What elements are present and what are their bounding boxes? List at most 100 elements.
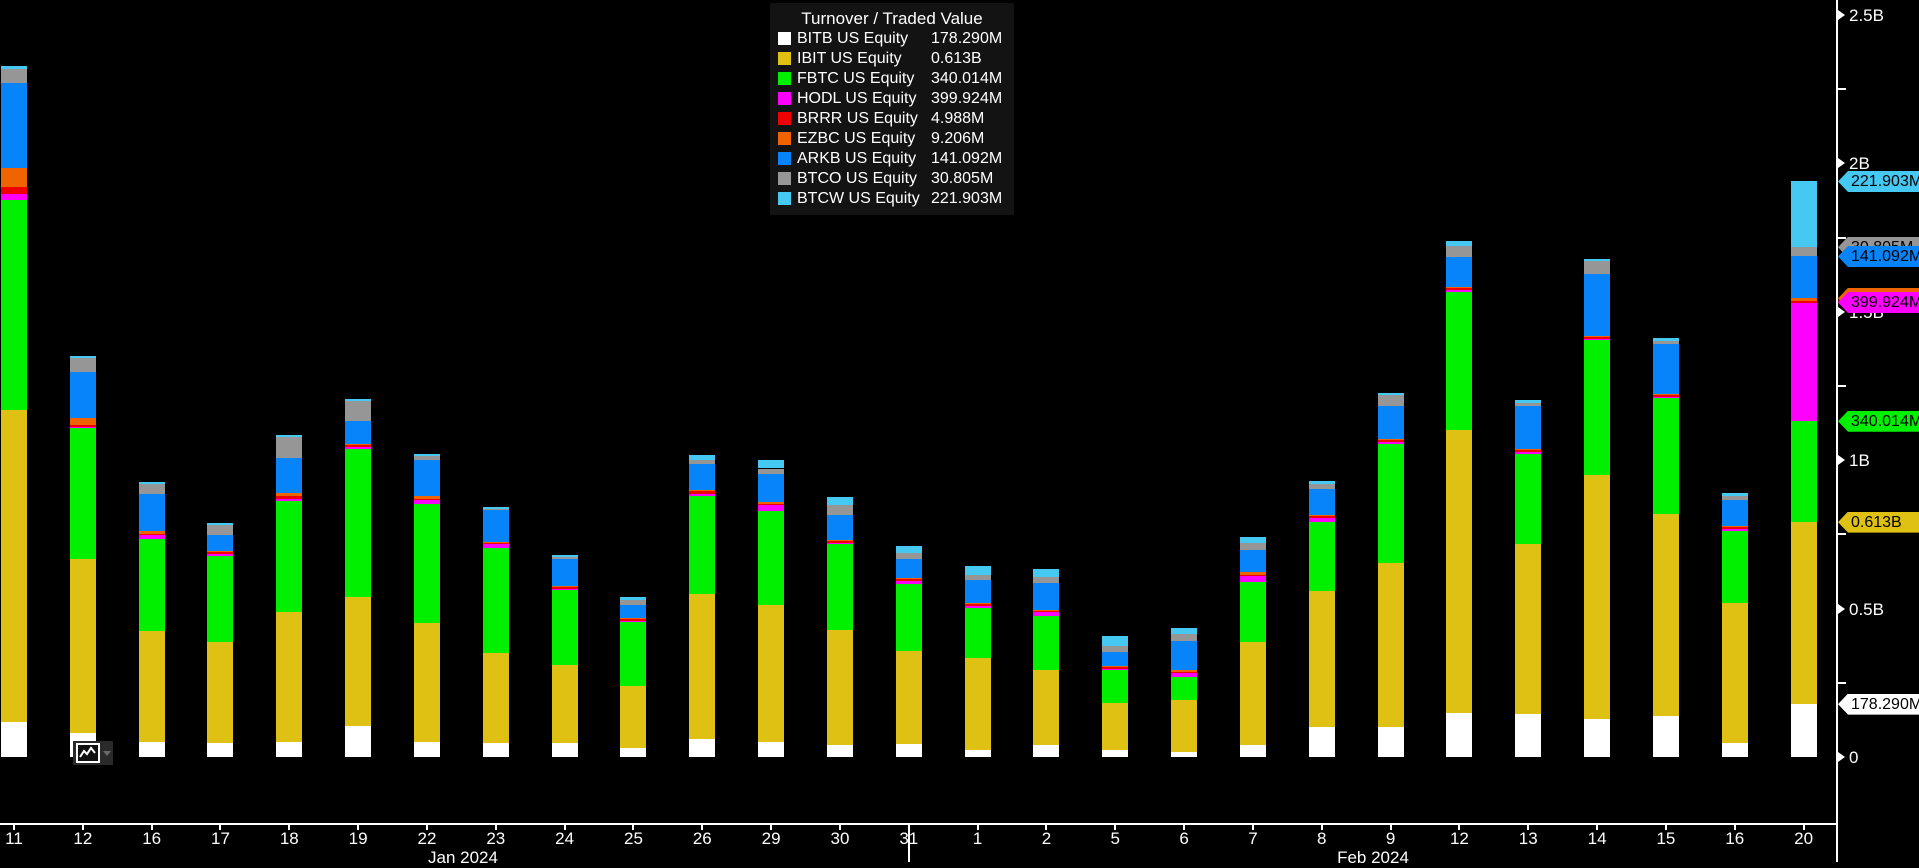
bar-segment-IBIT[interactable] — [965, 658, 991, 750]
bar-segment-BTCW[interactable] — [345, 399, 371, 401]
bar-segment-FBTC[interactable] — [1515, 454, 1541, 544]
bar-segment-FBTC[interactable] — [1378, 444, 1404, 563]
bar-segment-BTCW[interactable] — [1378, 393, 1404, 396]
bar-segment-IBIT[interactable] — [1446, 430, 1472, 713]
bar-segment-FBTC[interactable] — [1584, 340, 1610, 475]
bar-segment-EZBC[interactable] — [1102, 666, 1128, 667]
bar-segment-EZBC[interactable] — [620, 618, 646, 619]
bar-segment-ARKB[interactable] — [1584, 274, 1610, 336]
bar-segment-BITB[interactable] — [965, 750, 991, 757]
bar-segment-BITB[interactable] — [1378, 727, 1404, 757]
bar-segment-ARKB[interactable] — [1102, 652, 1128, 665]
bar-segment-ARKB[interactable] — [70, 372, 96, 418]
bar-segment-FBTC[interactable] — [1033, 616, 1059, 670]
bar-segment-BRRR[interactable] — [827, 541, 853, 543]
bar-segment-BTCW[interactable] — [689, 455, 715, 461]
bar-segment-BITB[interactable] — [483, 743, 509, 757]
bar-segment-ARKB[interactable] — [1378, 406, 1404, 439]
bar-segment-BRRR[interactable] — [1722, 527, 1748, 529]
bar-segment-EZBC[interactable] — [1515, 449, 1541, 450]
bar-segment-ARKB[interactable] — [689, 464, 715, 490]
bar-segment-HODL[interactable] — [552, 589, 578, 590]
bar-segment-IBIT[interactable] — [414, 623, 440, 741]
bar-segment-BTCW[interactable] — [827, 497, 853, 505]
bar-segment-BRRR[interactable] — [965, 604, 991, 606]
bar-segment-FBTC[interactable] — [552, 590, 578, 665]
bar-segment-HODL[interactable] — [1515, 452, 1541, 454]
bar-segment-BITB[interactable] — [1033, 745, 1059, 757]
bar-segment-BRRR[interactable] — [1584, 337, 1610, 339]
bar-segment-BTCO[interactable] — [965, 575, 991, 580]
bar-segment-BITB[interactable] — [1102, 750, 1128, 757]
bar-segment-ARKB[interactable] — [1515, 406, 1541, 449]
bar-segment-BITB[interactable] — [345, 726, 371, 757]
bar-segment-BTCO[interactable] — [207, 525, 233, 535]
bar-segment-BITB[interactable] — [1722, 743, 1748, 757]
bar-segment-EZBC[interactable] — [276, 493, 302, 496]
bar-segment-BRRR[interactable] — [1446, 287, 1472, 289]
bar-segment-BTCW[interactable] — [1515, 400, 1541, 403]
bar-segment-BRRR[interactable] — [139, 534, 165, 535]
bar-segment-BRRR[interactable] — [1171, 672, 1197, 673]
bar-segment-ARKB[interactable] — [207, 535, 233, 552]
bar-segment-BITB[interactable] — [1653, 716, 1679, 757]
bar-segment-BRRR[interactable] — [1309, 516, 1335, 518]
bar-segment-BTCW[interactable] — [896, 546, 922, 553]
bar-segment-HODL[interactable] — [1378, 442, 1404, 444]
bar-segment-BITB[interactable] — [758, 742, 784, 757]
bar-segment-BRRR[interactable] — [1033, 611, 1059, 612]
bar-segment-BTCW[interactable] — [965, 566, 991, 575]
bar-segment-ARKB[interactable] — [1033, 583, 1059, 610]
bar-segment-BRRR[interactable] — [414, 499, 440, 500]
bar-segment-BTCW[interactable] — [1102, 636, 1128, 646]
bar-segment-BITB[interactable] — [827, 745, 853, 757]
bar-segment-BTCO[interactable] — [1791, 247, 1817, 256]
bar-segment-BTCO[interactable] — [1584, 261, 1610, 274]
legend-row-EZBC[interactable]: EZBC US Equity9.206M — [770, 129, 1014, 149]
bar-segment-EZBC[interactable] — [758, 502, 784, 505]
bar-segment-ARKB[interactable] — [1722, 500, 1748, 526]
bar-segment-BRRR[interactable] — [1515, 450, 1541, 452]
bar-segment-BRRR[interactable] — [345, 445, 371, 447]
bar-segment-HODL[interactable] — [1102, 669, 1128, 670]
bar-segment-FBTC[interactable] — [70, 428, 96, 559]
bar-segment-IBIT[interactable] — [70, 559, 96, 733]
bar-segment-HODL[interactable] — [689, 494, 715, 496]
bar-segment-FBTC[interactable] — [1, 200, 27, 410]
bar-segment-BRRR[interactable] — [207, 552, 233, 554]
bar-segment-IBIT[interactable] — [827, 630, 853, 745]
bar-segment-BRRR[interactable] — [1102, 666, 1128, 668]
bar-segment-BRRR[interactable] — [483, 543, 509, 545]
bar-segment-BTCW[interactable] — [1309, 481, 1335, 484]
bar-segment-HODL[interactable] — [1446, 290, 1472, 292]
bar-segment-BTCO[interactable] — [1722, 496, 1748, 500]
bar-segment-BRRR[interactable] — [1653, 395, 1679, 397]
bar-segment-EZBC[interactable] — [965, 603, 991, 604]
bar-segment-BTCW[interactable] — [207, 523, 233, 525]
bar-segment-BTCO[interactable] — [345, 401, 371, 421]
bar-segment-HODL[interactable] — [139, 535, 165, 539]
bar-segment-EZBC[interactable] — [70, 418, 96, 425]
bar-segment-BTCO[interactable] — [276, 437, 302, 458]
bar-segment-BTCW[interactable] — [1722, 493, 1748, 496]
bar-segment-EZBC[interactable] — [1378, 439, 1404, 440]
bar-segment-FBTC[interactable] — [896, 584, 922, 651]
bar-segment-EZBC[interactable] — [1446, 287, 1472, 288]
bar-segment-BTCO[interactable] — [552, 557, 578, 559]
bar-segment-EZBC[interactable] — [827, 540, 853, 541]
bar-segment-ARKB[interactable] — [414, 460, 440, 496]
bar-segment-EZBC[interactable] — [552, 586, 578, 587]
bar-segment-BITB[interactable] — [414, 742, 440, 757]
chevron-down-icon[interactable] — [103, 751, 111, 756]
bar-segment-IBIT[interactable] — [207, 642, 233, 743]
bar-segment-FBTC[interactable] — [827, 544, 853, 630]
bar-segment-HODL[interactable] — [1722, 529, 1748, 531]
bar-segment-BITB[interactable] — [1446, 713, 1472, 757]
bar-segment-ARKB[interactable] — [276, 458, 302, 493]
bar-segment-BTCO[interactable] — [1, 69, 27, 83]
bar-segment-EZBC[interactable] — [345, 444, 371, 445]
bar-segment-ARKB[interactable] — [896, 559, 922, 578]
bar-segment-HODL[interactable] — [1653, 397, 1679, 398]
bar-segment-ARKB[interactable] — [1, 83, 27, 168]
bar-segment-IBIT[interactable] — [896, 651, 922, 744]
